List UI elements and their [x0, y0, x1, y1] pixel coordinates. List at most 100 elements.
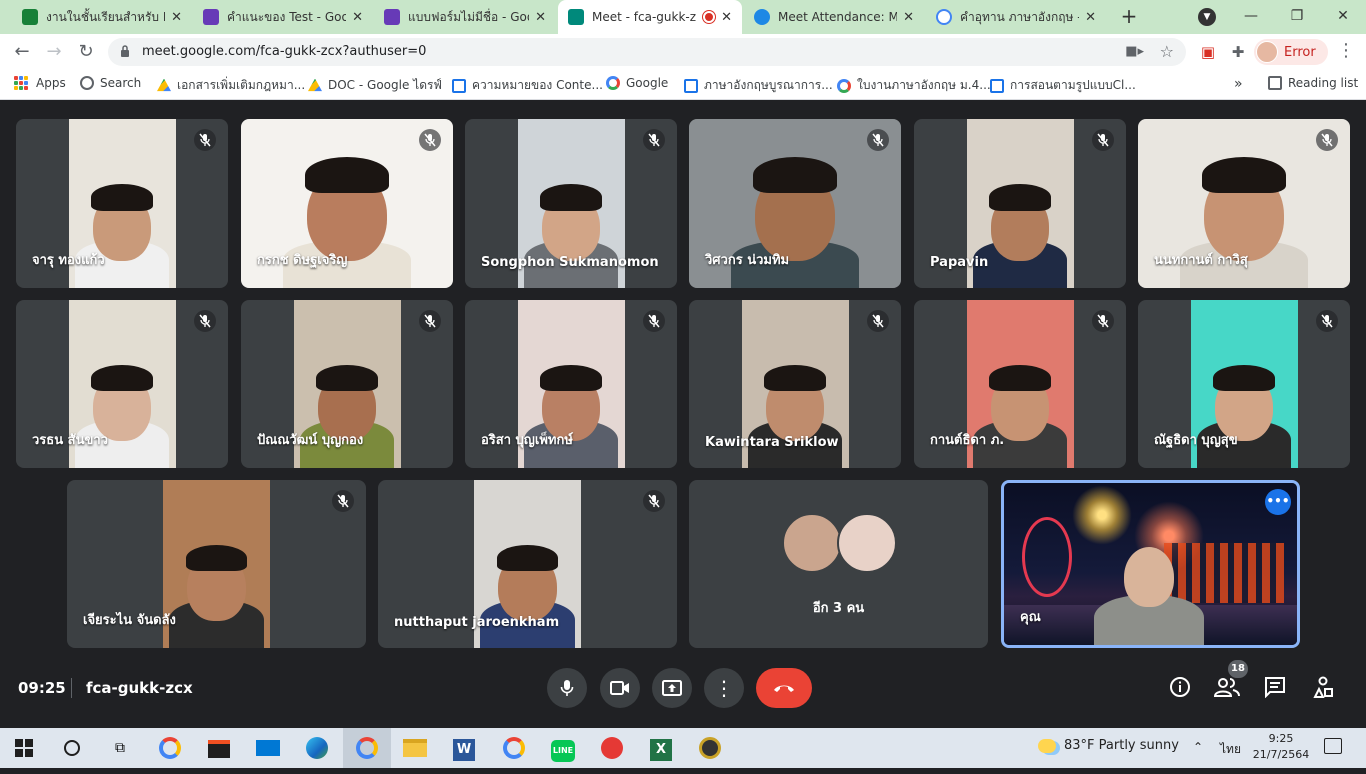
participant-tile[interactable]: ณัฐธิดา บุญสุข: [1138, 300, 1350, 468]
task-view-icon[interactable]: ⧉: [106, 734, 134, 762]
tab-google-search[interactable]: คำอุทาน ภาษาอังกฤษ - คำ ✕: [926, 0, 1106, 34]
partly-sunny-icon: [1038, 738, 1056, 753]
tab-classwork[interactable]: งานในชั้นเรียนสำหรับ Eng ✕: [12, 0, 192, 34]
store-icon[interactable]: [205, 734, 233, 762]
more-bookmarks-icon[interactable]: »: [1234, 76, 1243, 92]
pocket-extension-icon[interactable]: ▣: [1198, 42, 1218, 62]
bookmark-worksheet[interactable]: ใบงานภาษาอังกฤษ ม.4...: [837, 76, 991, 95]
microphone-muted-icon: [194, 310, 216, 332]
chrome-logo: [356, 737, 378, 759]
bookmark-english[interactable]: ภาษาอังกฤษบูรณาการ...: [684, 76, 833, 95]
participant-tile[interactable]: เจียระไน จันดลัง: [67, 480, 366, 648]
google-icon: [837, 78, 851, 93]
media-glyph: [699, 737, 721, 759]
close-icon[interactable]: ✕: [1085, 10, 1096, 25]
bookmark-drive-law[interactable]: เอกสารเพิ่มเติมกฎหมา...: [157, 76, 305, 95]
media-app-icon[interactable]: [696, 734, 724, 762]
line-app-icon[interactable]: LINE: [549, 734, 577, 762]
weather-widget[interactable]: 83°F Partly sunny: [1038, 738, 1179, 753]
leave-call-button[interactable]: [756, 668, 812, 708]
bookmark-star-icon[interactable]: ☆: [1160, 42, 1174, 61]
address-bar[interactable]: meet.google.com/fca-gukk-zcx?authuser=0 …: [108, 38, 1186, 66]
close-icon[interactable]: ✕: [721, 10, 732, 25]
participant-tile[interactable]: ปัณณวัฒน์ บุญกอง: [241, 300, 453, 468]
present-screen-button[interactable]: [652, 668, 692, 708]
chrome-active-window-icon[interactable]: [343, 728, 391, 768]
window-close-button[interactable]: ✕: [1328, 4, 1358, 28]
camera-button[interactable]: [600, 668, 640, 708]
close-icon[interactable]: ✕: [903, 10, 914, 25]
back-button[interactable]: ←: [10, 40, 34, 64]
chevron-up-icon[interactable]: ⌃: [1193, 740, 1203, 754]
participant-tile[interactable]: นนทกานต์ กาวิสุ: [1138, 119, 1350, 288]
bookmark-search[interactable]: Search: [80, 76, 141, 90]
forward-button[interactable]: →: [42, 40, 66, 64]
reload-button[interactable]: ↻: [74, 40, 98, 64]
tab-search-button[interactable]: ▼: [1198, 8, 1216, 26]
tab-forms-untitled[interactable]: แบบฟอร์มไม่มีชื่อ - Goog ✕: [374, 0, 556, 34]
participant-tile[interactable]: กรกช ดิษฐเจริญ: [241, 119, 453, 288]
new-tab-button[interactable]: +: [1117, 4, 1141, 28]
maximize-button[interactable]: ❐: [1282, 4, 1312, 28]
microphone-muted-icon: [1092, 129, 1114, 151]
system-clock[interactable]: 9:25 21/7/2564: [1252, 731, 1310, 763]
notification-center-icon[interactable]: [1324, 738, 1342, 754]
microphone-button[interactable]: [547, 668, 587, 708]
chrome-taskbar-icon[interactable]: [156, 734, 184, 762]
weather-text: 83°F Partly sunny: [1064, 738, 1179, 753]
participant-tile[interactable]: จารุ ทองแก้ว: [16, 119, 228, 288]
file-explorer-icon[interactable]: [401, 734, 429, 762]
bookmark-drive-doc[interactable]: DOC - Google ไดรฟ์: [308, 76, 442, 95]
minimize-button[interactable]: —: [1236, 4, 1266, 28]
more-options-icon[interactable]: ⋮: [704, 668, 744, 708]
bookmark-google[interactable]: Google: [606, 76, 668, 90]
apps-icon: [14, 76, 28, 90]
hang-up-icon: [774, 685, 794, 692]
bookmark-label: ความหมายของ Conte...: [472, 78, 603, 92]
people-icon[interactable]: [1213, 676, 1240, 702]
participant-tile[interactable]: Songphon Sukmanomon: [465, 119, 677, 288]
activities-icon[interactable]: [1310, 676, 1336, 702]
self-video-tile[interactable]: ••• คุณ: [1001, 480, 1300, 648]
participant-tile[interactable]: Papavin: [914, 119, 1126, 288]
tab-forms-test[interactable]: คำแนะของ Test - Google ✕: [193, 0, 373, 34]
extensions-puzzle-icon[interactable]: ✚: [1228, 42, 1248, 62]
bookmark-teaching[interactable]: การสอนตามรูปแบบCl...: [990, 76, 1136, 95]
people-glyph: [1213, 678, 1240, 697]
participant-tile[interactable]: วิศวกร น่วมทิม: [689, 119, 901, 288]
reading-list-button[interactable]: Reading list: [1268, 76, 1358, 90]
input-language[interactable]: ไทย: [1220, 740, 1241, 759]
participant-tile[interactable]: วรธน สันขาว: [16, 300, 228, 468]
participant-name: คุณ: [1020, 610, 1041, 625]
bookmark-content[interactable]: ความหมายของ Conte...: [452, 76, 603, 95]
excel-icon[interactable]: X: [647, 734, 675, 762]
meeting-details-icon[interactable]: [1167, 676, 1193, 702]
windows-start-icon[interactable]: [10, 734, 38, 762]
tile-options-button[interactable]: •••: [1265, 489, 1291, 515]
participant-tile[interactable]: อริสา บุญเพ็ทกษ์: [465, 300, 677, 468]
close-icon[interactable]: ✕: [352, 10, 363, 25]
mail-icon[interactable]: [254, 734, 282, 762]
camera-in-use-icon[interactable]: ■▸: [1125, 44, 1144, 59]
person-hair: [316, 364, 378, 392]
search-icon: [80, 76, 94, 90]
search-icon[interactable]: [58, 734, 86, 762]
participant-tile[interactable]: nutthaput jaroenkham: [378, 480, 677, 648]
profile-button[interactable]: Error: [1254, 39, 1328, 65]
close-icon[interactable]: ✕: [535, 10, 546, 25]
garena-icon[interactable]: [598, 734, 626, 762]
page-icon: [990, 78, 1004, 93]
participant-tile[interactable]: Kawintara Sriklow: [689, 300, 901, 468]
chrome-menu-icon[interactable]: ⋮: [1336, 40, 1356, 61]
participant-tile[interactable]: กานต์ธิดา ภ.: [914, 300, 1126, 468]
chat-icon[interactable]: [1262, 676, 1288, 702]
profile-status: Error: [1284, 44, 1316, 60]
bookmark-apps[interactable]: Apps: [14, 76, 66, 90]
word-icon[interactable]: W: [450, 734, 478, 762]
chrome-profile-icon[interactable]: [500, 734, 528, 762]
tab-meet-attendance[interactable]: Meet Attendance: Mor ✕: [744, 0, 924, 34]
more-participants-tile[interactable]: อีก 3 คน: [689, 480, 988, 648]
close-icon[interactable]: ✕: [171, 10, 182, 25]
edge-icon[interactable]: [303, 734, 331, 762]
tab-meet[interactable]: Meet - fca-gukk-z ✕: [558, 0, 742, 34]
